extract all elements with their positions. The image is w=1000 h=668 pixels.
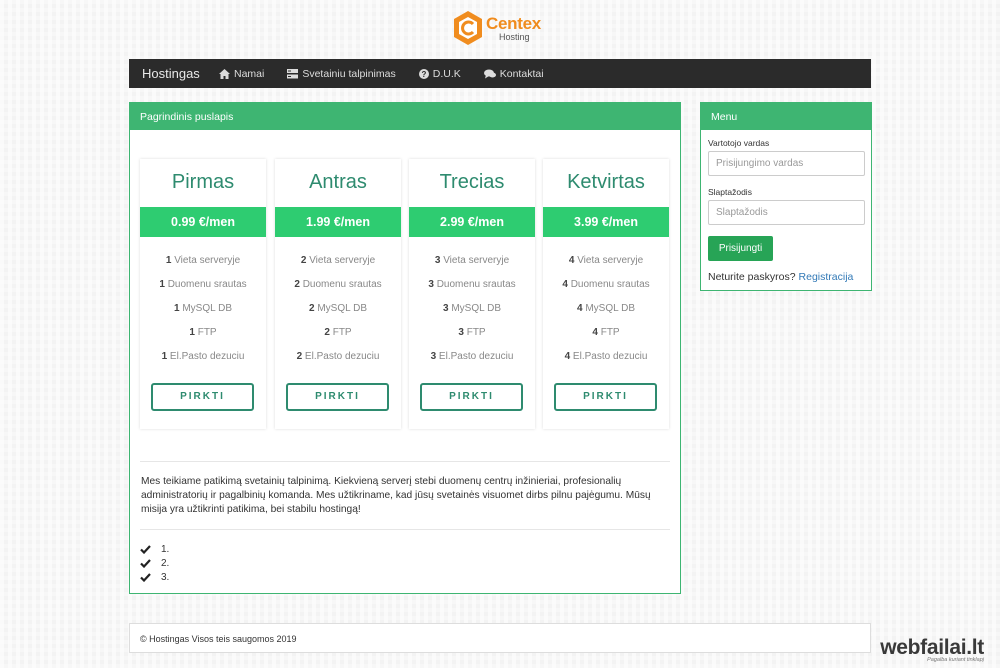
server-icon — [287, 68, 299, 78]
plan-feature: 3 Vieta serveryje — [434, 255, 510, 266]
plan-feature: 4 MySQL DB — [577, 303, 635, 314]
no-account-text: Neturite paskyros? Registracija — [708, 271, 854, 283]
question-icon: ? — [418, 68, 429, 79]
plan-card-pirmas: Pirmas 0.99 €/men 1 Vieta serveryje 1 Du… — [140, 159, 266, 429]
svg-text:?: ? — [421, 70, 426, 79]
logo-sub: Hosting — [499, 32, 530, 42]
login-button[interactable]: Prisijungti — [708, 236, 773, 261]
home-icon — [219, 68, 230, 79]
plan-feature: 1 Vieta serveryje — [165, 255, 241, 266]
watermark: webfailai.lt Pagalba kuriant tinklapį — [880, 636, 984, 663]
footer: © Hostingas Visos teis saugomos 2019 — [129, 623, 871, 653]
comments-icon — [483, 69, 496, 78]
plan-feature: 4 FTP — [592, 327, 620, 338]
plan-card-ketvirtas: Ketvirtas 3.99 €/men 4 Vieta serveryje 4… — [543, 159, 669, 429]
about-text: Mes teikiame patikimą svetainių talpinim… — [141, 476, 651, 515]
site-logo[interactable]: Centex Hosting — [452, 10, 552, 46]
checklist-item: 3. — [140, 572, 169, 583]
check-icon — [140, 545, 151, 554]
plan-price: 1.99 €/men — [275, 207, 401, 237]
plan-feature: 1 El.Pasto dezuciu — [161, 351, 245, 362]
plan-feature: 2 El.Pasto dezuciu — [296, 351, 380, 362]
footer-text: © Hostingas Visos teis saugomos 2019 — [140, 634, 297, 644]
password-input[interactable]: Slaptažodis — [708, 200, 865, 225]
plan-feature: 2 Duomenu srautas — [294, 279, 382, 290]
buy-button-ketvirtas[interactable]: PIRKTI — [554, 383, 657, 411]
plan-name: Antras — [309, 171, 367, 193]
plan-price: 0.99 €/men — [140, 207, 266, 237]
plan-feature: 2 FTP — [324, 327, 352, 338]
buy-button-antras[interactable]: PIRKTI — [286, 383, 389, 411]
divider — [140, 529, 670, 530]
plan-name: Ketvirtas — [567, 171, 645, 193]
nav-item-label: D.U.K — [432, 67, 461, 80]
plan-name: Pirmas — [171, 171, 235, 193]
top-navbar: Hostingas Namai Svetainiu talpinimas ? D… — [129, 59, 871, 88]
username-input[interactable]: Prisijungimo vardas — [708, 151, 865, 176]
hexagon-c-logo-icon — [454, 11, 482, 45]
navbar-brand[interactable]: Hostingas — [129, 66, 219, 81]
plan-feature: 4 Vieta serveryje — [568, 255, 644, 266]
plan-feature: 4 El.Pasto dezuciu — [564, 351, 648, 362]
buy-button-pirmas[interactable]: PIRKTI — [151, 383, 254, 411]
username-label: Vartotojo vardas — [708, 138, 770, 148]
plan-feature: 4 Duomenu srautas — [562, 279, 650, 290]
nav-item-label: Svetainiu talpinimas — [302, 67, 396, 80]
check-icon — [140, 573, 151, 582]
plan-feature: 1 MySQL DB — [174, 303, 232, 314]
plan-card-trecias: Trecias 2.99 €/men 3 Vieta serveryje 3 D… — [409, 159, 535, 429]
checklist-item: 2. — [140, 558, 169, 569]
plan-feature: 2 MySQL DB — [309, 303, 367, 314]
plan-feature: 2 Vieta serveryje — [300, 255, 376, 266]
nav-item-duk[interactable]: ? D.U.K — [418, 67, 461, 80]
divider — [140, 461, 670, 462]
plan-name: Trecias — [439, 171, 505, 193]
buy-button-trecias[interactable]: PIRKTI — [420, 383, 523, 411]
register-link[interactable]: Registracija — [799, 271, 854, 283]
main-panel-heading: Pagrindinis puslapis — [130, 103, 680, 130]
nav-item-label: Kontaktai — [499, 67, 544, 80]
nav-item-kontaktai[interactable]: Kontaktai — [483, 67, 544, 80]
main-panel: Pagrindinis puslapis Pirmas 0.99 €/men 1… — [129, 102, 681, 594]
checklist-item: 1. — [140, 544, 169, 555]
nav-item-svetainiu-talpinimas[interactable]: Svetainiu talpinimas — [287, 67, 396, 80]
plan-feature: 1 FTP — [189, 327, 217, 338]
nav-item-namai[interactable]: Namai — [219, 68, 264, 80]
plan-price: 3.99 €/men — [543, 207, 669, 237]
plan-feature: 3 Duomenu srautas — [428, 279, 516, 290]
plan-card-antras: Antras 1.99 €/men 2 Vieta serveryje 2 Du… — [275, 159, 401, 429]
login-panel: Menu Vartotojo vardas Prisijungimo varda… — [700, 102, 872, 291]
password-label: Slaptažodis — [708, 187, 752, 197]
nav-item-label: Namai — [234, 67, 265, 80]
plan-feature: 3 FTP — [458, 327, 486, 338]
logo-word: Centex — [486, 14, 541, 33]
login-panel-heading: Menu — [701, 103, 871, 130]
plan-feature: 3 El.Pasto dezuciu — [430, 351, 514, 362]
plan-feature: 3 MySQL DB — [443, 303, 501, 314]
plan-price: 2.99 €/men — [409, 207, 535, 237]
check-icon — [140, 559, 151, 568]
plan-feature: 1 Duomenu srautas — [159, 279, 247, 290]
